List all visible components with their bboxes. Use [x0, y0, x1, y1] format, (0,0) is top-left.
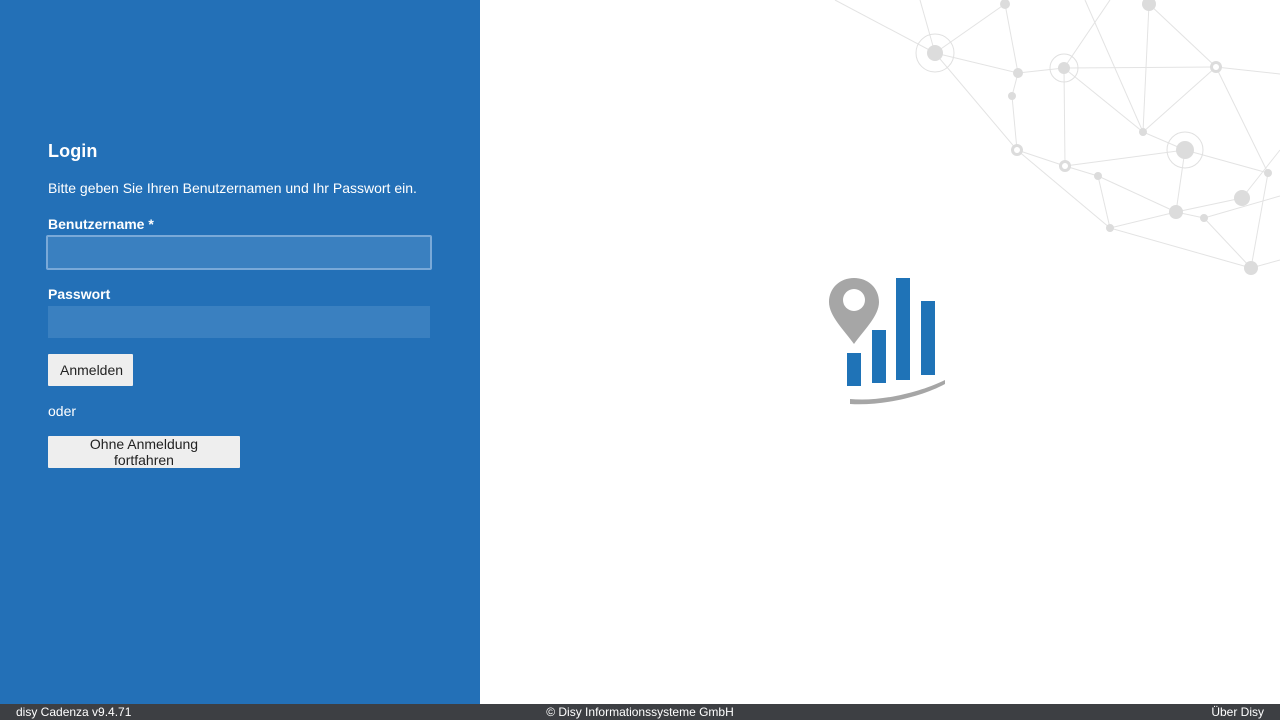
username-input[interactable] — [46, 235, 432, 270]
continue-without-login-button[interactable]: Ohne Anmeldung fortfahren — [48, 436, 240, 468]
password-label: Passwort — [48, 286, 111, 302]
login-panel: Login Bitte geben Sie Ihren Benutzername… — [0, 0, 480, 704]
password-input[interactable] — [48, 306, 430, 338]
network-graph-decoration — [834, 0, 1280, 275]
about-disy-link[interactable]: Über Disy — [1211, 705, 1264, 719]
footer-bar: disy Cadenza v9.4.71 © Disy Informations… — [0, 704, 1280, 720]
map-pin-bar-chart-logo — [829, 278, 945, 405]
login-button[interactable]: Anmelden — [48, 354, 133, 386]
copyright-text: © Disy Informationssysteme GmbH — [546, 705, 734, 719]
or-text: oder — [48, 403, 77, 419]
login-description: Bitte geben Sie Ihren Benutzernamen und … — [48, 180, 417, 196]
login-title: Login — [48, 141, 98, 161]
username-label: Benutzername * — [48, 216, 154, 232]
